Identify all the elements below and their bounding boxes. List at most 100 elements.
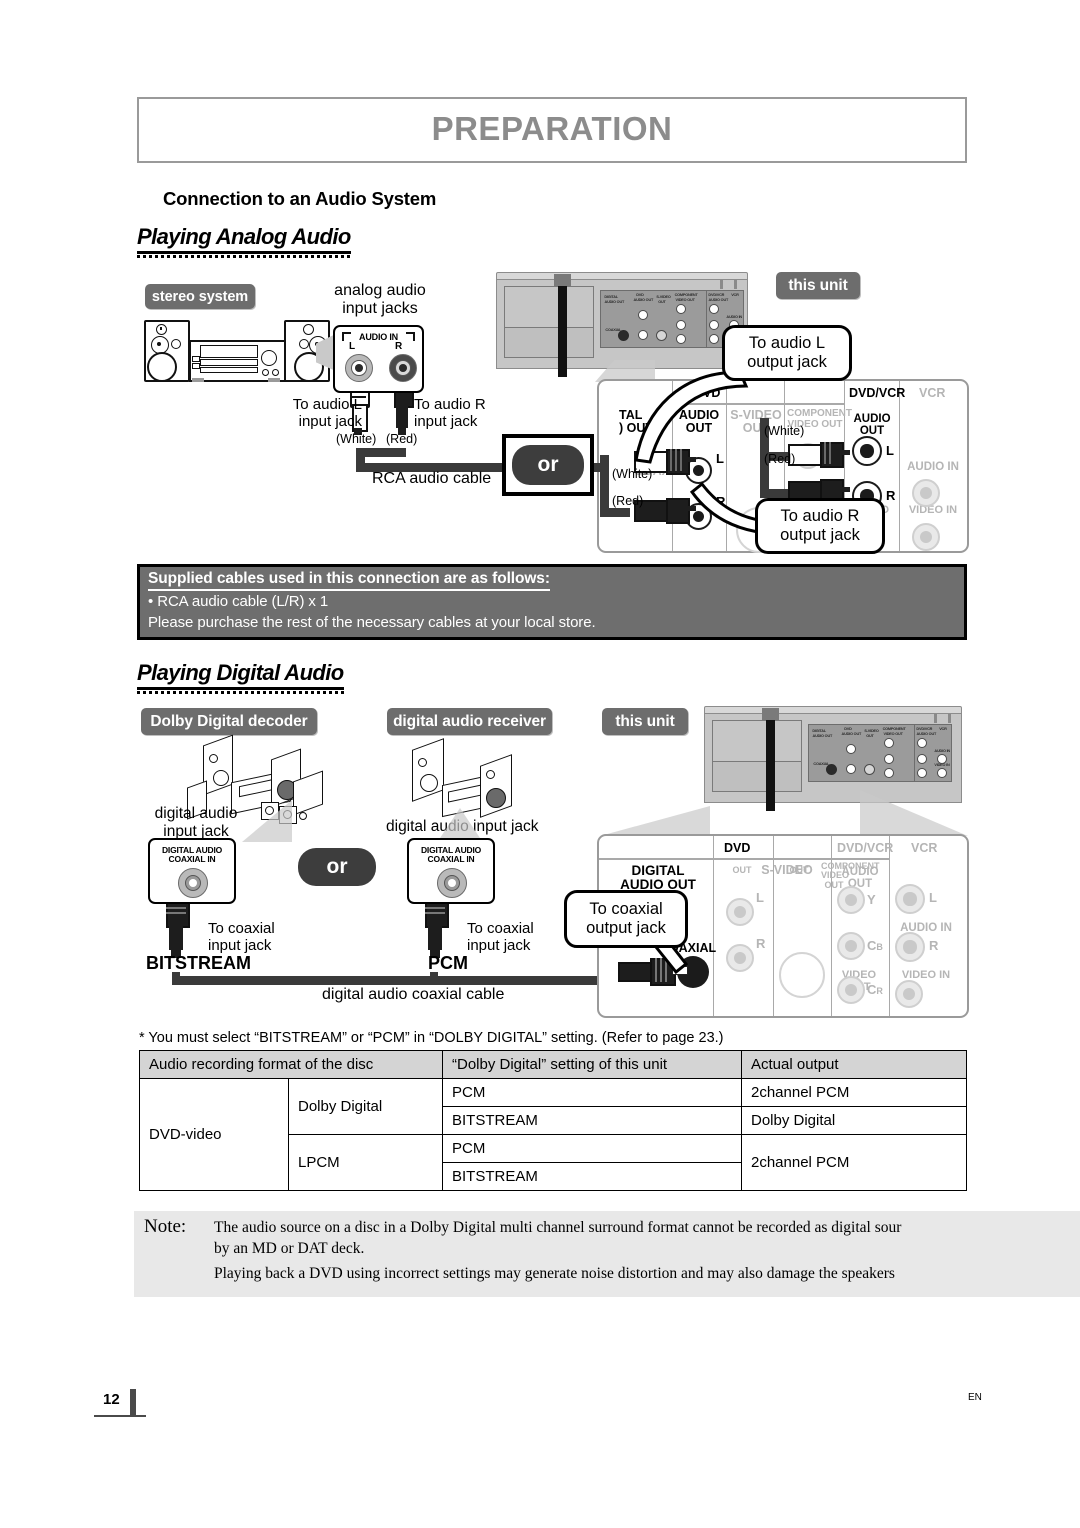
subsection-analog-title: Playing Analog Audio bbox=[137, 224, 351, 258]
audio-in-r-jack bbox=[389, 354, 417, 382]
section-title: Connection to an Audio System bbox=[163, 188, 437, 209]
subsection-digital-title: Playing Digital Audio bbox=[137, 660, 344, 694]
supplied-cables-note: Please purchase the rest of the necessar… bbox=[148, 614, 596, 631]
label-this-unit-digital: this unit bbox=[602, 708, 688, 735]
supplied-cables-item: • RCA audio cable (L/R) x 1 bbox=[148, 593, 329, 610]
jack-dvdvcr-video-out-digital bbox=[895, 980, 923, 1008]
page-title: PREPARATION bbox=[431, 110, 673, 147]
coaxial-jack-1 bbox=[178, 868, 208, 898]
jack-label-y: Y bbox=[867, 892, 876, 907]
or-label-analog: or bbox=[512, 445, 584, 485]
bitstream-pcm-reference-note: * You must select “BITSTREAM” or “PCM” i… bbox=[139, 1030, 724, 1046]
schem-audio-in-digital: AUDIO IN bbox=[900, 922, 952, 934]
label-to-audio-r-input: To audio R input jack bbox=[414, 396, 486, 431]
label-bitstream: BITSTREAM bbox=[146, 953, 251, 973]
jack-label-r2-analog: R bbox=[886, 488, 896, 503]
jack-label-cr: CR bbox=[867, 982, 883, 997]
note-line-1: The audio source on a disc in a Dolby Di… bbox=[214, 1219, 902, 1236]
schem-hdr-vcr: VCR bbox=[919, 386, 946, 400]
schem-hdr-dvdvcr: DVD/VCR bbox=[849, 386, 906, 400]
schem-audio-out2-analog: AUDIO OUT bbox=[853, 413, 891, 438]
perspective-wedge-digital-3 bbox=[600, 806, 710, 836]
footer-tab bbox=[130, 1389, 136, 1417]
td-disc-type: DVD-video bbox=[139, 1078, 289, 1191]
coaxial-jack-2 bbox=[437, 868, 467, 898]
schem-video-in-digital: VIDEO IN bbox=[901, 969, 951, 981]
jack-y bbox=[837, 886, 865, 914]
table-header-row: Audio recording format of the disc “Dolb… bbox=[139, 1050, 967, 1079]
td-format-lpcm: LPCM bbox=[288, 1134, 443, 1191]
callout-to-coaxial-output: To coaxial output jack bbox=[564, 890, 688, 948]
jack-dvdvcr-audio-l bbox=[852, 436, 882, 466]
page-number: 12 bbox=[103, 1391, 120, 1408]
label-red-right: (Red) bbox=[386, 432, 418, 446]
jack-dvdvcr-l-digital bbox=[895, 884, 925, 914]
jack-label-l2-analog: L bbox=[886, 443, 894, 458]
jack-dvdvcr-r-digital bbox=[895, 932, 925, 962]
td-output-3: 2channel PCM bbox=[741, 1134, 967, 1191]
coaxial-in-caption-1: DIGITAL AUDIO COAXIAL IN bbox=[161, 845, 223, 865]
td-setting-bitstream-2: BITSTREAM bbox=[442, 1162, 742, 1191]
jack-label-l2-digital: L bbox=[929, 890, 937, 905]
or-label-digital: or bbox=[298, 848, 376, 886]
schem-hdr-vcr-digital: VCR bbox=[911, 841, 938, 855]
label-red-dvdvcr: (Red) bbox=[764, 452, 796, 466]
td-setting-pcm-1: PCM bbox=[442, 1078, 742, 1107]
jack-vcr-video-in bbox=[912, 523, 940, 551]
callout-to-audio-r-output: To audio R output jack bbox=[755, 498, 885, 554]
audio-in-l-label: L bbox=[349, 341, 356, 352]
audio-in-jack-panel: AUDIO IN L R bbox=[333, 325, 424, 393]
digital-receiver-illustration bbox=[412, 738, 522, 824]
label-digital-audio-input-jack-1: digital audio input jack bbox=[154, 805, 238, 840]
label-white-dvdvcr: (White) bbox=[764, 424, 805, 438]
callout-to-audio-l-output: To audio L output jack bbox=[722, 325, 852, 381]
td-setting-pcm-2: PCM bbox=[442, 1134, 742, 1163]
label-rca-audio-cable: RCA audio cable bbox=[372, 470, 492, 487]
label-to-coaxial-input-1: To coaxial input jack bbox=[208, 920, 275, 955]
th-audio-format: Audio recording format of the disc bbox=[139, 1050, 443, 1079]
jack-label-cb: CB bbox=[867, 938, 883, 953]
output-format-table: Audio recording format of the disc “Dolb… bbox=[139, 1050, 967, 1191]
note-line-2: by an MD or DAT deck. bbox=[214, 1240, 365, 1257]
coaxial-in-panel-decoder: DIGITAL AUDIO COAXIAL IN bbox=[148, 838, 236, 904]
label-red-out: (Red) bbox=[612, 494, 644, 508]
language-mark: EN bbox=[968, 1392, 982, 1403]
th-actual-output: Actual output bbox=[741, 1050, 967, 1079]
jack-label-l-digital: L bbox=[756, 890, 764, 905]
label-dolby-digital-decoder: Dolby Digital decoder bbox=[141, 708, 317, 735]
label-white-out: (White) bbox=[612, 467, 653, 481]
schem-audio-out-digital: AUDIO OUT bbox=[841, 866, 879, 891]
device-rear-panel-digital: DIGITAL AUDIO OUT DVD AUDIO OUT S-VIDEO … bbox=[700, 706, 965, 814]
th-dolby-setting: “Dolby Digital” setting of this unit bbox=[442, 1050, 742, 1079]
jack-label-r-digital: R bbox=[756, 936, 766, 951]
label-white-left: (White) bbox=[336, 432, 377, 446]
coaxial-in-panel-receiver: DIGITAL AUDIO COAXIAL IN bbox=[407, 838, 495, 904]
label-pcm: PCM bbox=[428, 953, 468, 973]
schem-hdr-dvdvcr-digital: DVD/VCR bbox=[837, 841, 894, 855]
schem-out-2: OUT bbox=[789, 865, 809, 875]
jack-svideo-digital bbox=[779, 952, 825, 998]
coaxial-in-caption-2: DIGITAL AUDIO COAXIAL IN bbox=[420, 845, 482, 865]
schem-hdr-dvd-digital: DVD bbox=[724, 841, 751, 855]
audio-in-l-jack bbox=[345, 354, 373, 382]
schem-digital-audio-out: DIGITAL AUDIO OUT bbox=[620, 863, 696, 893]
audio-in-r-label: R bbox=[395, 341, 403, 352]
jack-label-r2-digital: R bbox=[929, 938, 939, 953]
label-this-unit-analog: this unit bbox=[776, 272, 860, 299]
label-digital-audio-coaxial-cable: digital audio coaxial cable bbox=[322, 986, 505, 1003]
label-digital-audio-receiver: digital audio receiver bbox=[387, 708, 552, 735]
td-output-1: 2channel PCM bbox=[741, 1078, 967, 1107]
schem-audio-in-analog: AUDIO IN bbox=[907, 461, 959, 473]
td-setting-bitstream-1: BITSTREAM bbox=[442, 1106, 742, 1135]
stereo-system-illustration bbox=[144, 318, 330, 382]
jack-cb bbox=[837, 932, 865, 960]
label-to-audio-l-input: To audio L input jack bbox=[292, 396, 362, 431]
jack-dvd-r-digital bbox=[726, 944, 754, 972]
td-format-dolby: Dolby Digital bbox=[288, 1078, 443, 1135]
note-line-3: Playing back a DVD using incorrect setti… bbox=[214, 1265, 895, 1282]
table-row: DVD-video Dolby Digital PCM 2channel PCM bbox=[139, 1078, 967, 1191]
jack-cr bbox=[837, 976, 865, 1004]
jack-vcr-audio-in bbox=[912, 479, 940, 507]
td-output-2: Dolby Digital bbox=[741, 1106, 967, 1135]
label-to-coaxial-input-2: To coaxial input jack bbox=[467, 920, 534, 955]
